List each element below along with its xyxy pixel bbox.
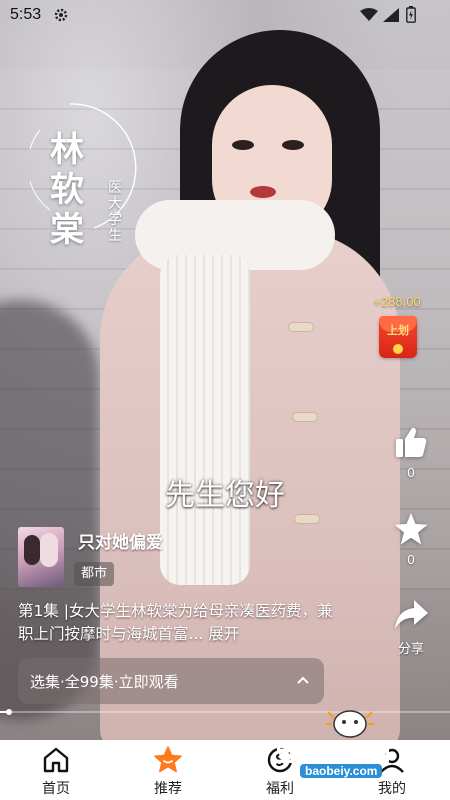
poster-figure: [40, 533, 58, 567]
redpack-reward-button[interactable]: 上划: [379, 316, 417, 358]
poster-figure: [24, 535, 40, 565]
status-time: 5:53: [10, 6, 42, 23]
star-icon: [394, 513, 428, 545]
episode-selector-label: 选集·全99集·立即观看: [30, 673, 179, 691]
nav-label: 首页: [42, 781, 70, 797]
reward-amount: +288.00: [373, 294, 421, 309]
wifi-icon: [360, 8, 378, 21]
actress-lips: [250, 186, 276, 198]
nav-recommend[interactable]: 推荐: [112, 740, 224, 800]
drama-title[interactable]: 只对她偏爱: [78, 528, 163, 553]
watermark-url: baobeiy.com: [300, 764, 383, 778]
chevron-up-icon: [297, 676, 309, 684]
site-watermark: 宝贝游戏网 baobeiy.com: [270, 700, 450, 790]
actress-scarf-tail: [160, 255, 250, 585]
favorite-button[interactable]: 0: [386, 512, 436, 567]
status-bar: 5:53: [0, 0, 450, 32]
thumbs-up-icon: [396, 427, 427, 457]
battery-icon: [406, 6, 416, 23]
character-title-card: 林软棠 医大学生: [30, 100, 140, 260]
coat-toggle: [288, 322, 314, 332]
signal-icon: [383, 8, 399, 22]
nav-label: 推荐: [154, 781, 182, 797]
nav-home[interactable]: 首页: [0, 740, 112, 800]
share-arrow-icon: [395, 600, 428, 629]
video-subtitle: 先生您好: [165, 478, 285, 513]
expand-link[interactable]: 展开: [208, 625, 239, 643]
redpack-label: 上划: [387, 324, 409, 337]
coat-toggle: [292, 412, 318, 422]
actress-eye-left: [232, 140, 254, 150]
coat-toggle: [294, 514, 320, 524]
coin-icon: [393, 344, 403, 354]
actress-eye-right: [282, 140, 304, 150]
progress-knob[interactable]: [6, 709, 12, 715]
favorite-count: 0: [407, 552, 415, 567]
star-recommend-icon: [154, 746, 182, 773]
character-role: 医大学生: [108, 180, 122, 244]
share-button[interactable]: 分享: [386, 598, 436, 657]
episode-description: 第1集 |女大学生林软棠为给母亲凑医药费，兼职上门按摩时与海城首富... 展开: [18, 600, 338, 646]
drama-poster[interactable]: [18, 527, 64, 587]
settings-gear-icon: [54, 8, 68, 22]
character-name: 林软棠: [50, 130, 84, 250]
share-label: 分享: [397, 641, 424, 656]
episode-selector[interactable]: 选集·全99集·立即观看: [18, 658, 324, 704]
description-text: 第1集 |女大学生林软棠为给母亲凑医药费，兼职上门按摩时与海城首富...: [18, 602, 333, 643]
genre-tag[interactable]: 都市: [74, 562, 115, 586]
home-icon: [43, 747, 69, 773]
